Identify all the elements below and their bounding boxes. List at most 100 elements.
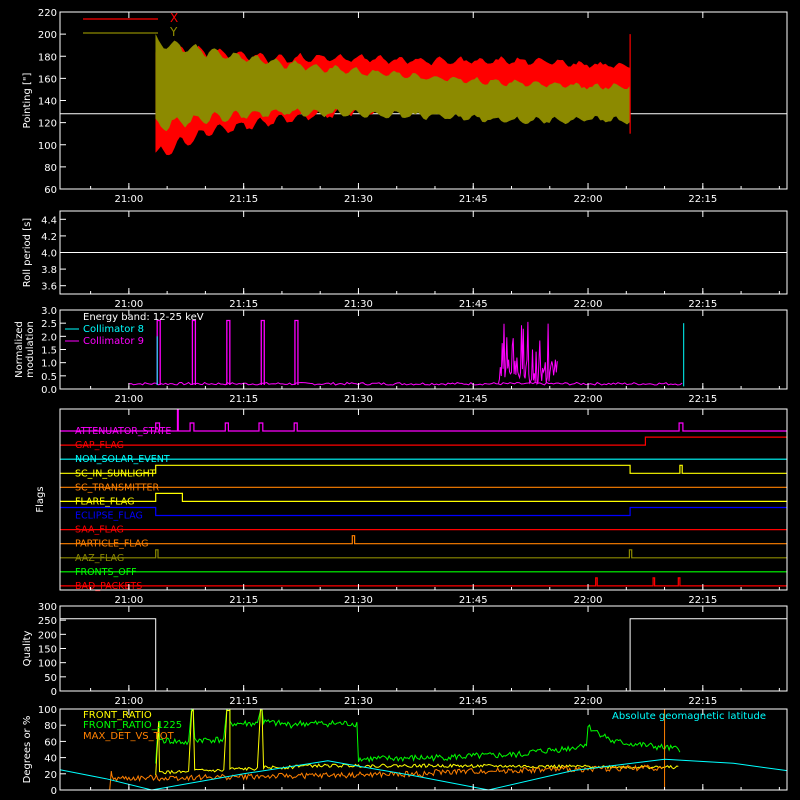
y-tick-label: 150: [38, 645, 57, 656]
y-tick-label: 100: [38, 141, 57, 152]
x-tick-label: 21:15: [229, 696, 258, 707]
x-tick-label: 21:15: [229, 194, 258, 205]
legend-label-modulation: Collimator 9: [83, 336, 144, 347]
x-tick-label: 21:00: [114, 394, 143, 405]
series-FRONT_RATIO: [155, 708, 679, 776]
x-tick-label: 21:15: [229, 299, 258, 310]
x-tick-label: 22:00: [574, 394, 603, 405]
legend-label-X: X: [170, 11, 178, 25]
modulation-spike: [260, 319, 265, 386]
x-tick-label: 21:30: [344, 696, 373, 707]
x-tick-label: 22:00: [574, 696, 603, 707]
x-tick-label: 21:30: [344, 299, 373, 310]
x-tick-label: 21:45: [459, 696, 488, 707]
x-tick-label: 22:00: [574, 595, 603, 606]
x-tick-label: 21:00: [114, 696, 143, 707]
y-tick-label: 0: [51, 786, 57, 797]
y-tick-label: 100: [38, 659, 57, 670]
modulation-spike: [294, 319, 299, 386]
y-tick-label: 4.4: [41, 215, 57, 226]
flag-trace-FLARE_FLAG: [60, 492, 787, 502]
x-tick-label: 21:15: [229, 394, 258, 405]
y-tick-label: 250: [38, 616, 57, 627]
multi-panel-chart: 6080100120140160180200220Pointing ["]XY2…: [14, 8, 788, 797]
y-tick-label: 120: [38, 119, 57, 130]
flag-label-FRONTS_OFF: FRONTS_OFF: [75, 567, 137, 578]
y-tick-label: 3.0: [41, 306, 57, 317]
y-tick-label: 50: [44, 673, 57, 684]
flag-label-NON_SOLAR_EVENT: NON_SOLAR_EVENT: [75, 454, 170, 465]
flag-label-SC_IN_SUNLIGHT: SC_IN_SUNLIGHT: [75, 468, 156, 479]
modulation-burst: [498, 321, 558, 386]
flag-trace-AAZ_FLAG: [60, 549, 787, 559]
flag-label-AAZ_FLAG: AAZ_FLAG: [75, 553, 124, 564]
y-tick-label: 220: [38, 8, 57, 19]
y-tick-label: 4.2: [41, 232, 57, 243]
x-tick-label: 22:15: [688, 696, 717, 707]
x-tick-label: 22:15: [688, 194, 717, 205]
x-tick-label: 22:15: [688, 595, 717, 606]
y-tick-label: 80: [44, 721, 57, 732]
legend-label-Y: Y: [169, 25, 178, 39]
y-axis-label: Flags: [35, 486, 46, 512]
series-FRONT_RATIO_1225: [155, 708, 681, 764]
annotation-geomagnetic-latitude: Absolute geomagnetic latitude: [612, 711, 766, 722]
y-tick-label: 60: [44, 185, 57, 196]
flag-label-GAP_FLAG: GAP_FLAG: [75, 440, 124, 451]
quality-line: [60, 618, 787, 692]
flag-label-ATTENUATOR_STATE: ATTENUATOR_STATE: [75, 426, 171, 437]
flag-label-PARTICLE_FLAG: PARTICLE_FLAG: [75, 539, 148, 550]
y-tick-label: 0: [51, 687, 57, 698]
series-MAX_DET_VS_TOT: [109, 764, 664, 791]
y-tick-label: 200: [38, 630, 57, 641]
x-tick-label: 22:00: [574, 194, 603, 205]
flag-label-FLARE_FLAG: FLARE_FLAG: [75, 496, 135, 507]
y-tick-label: 60: [44, 737, 57, 748]
x-tick-label: 21:30: [344, 194, 373, 205]
x-tick-label: 21:00: [114, 595, 143, 606]
y-tick-label: 20: [44, 770, 57, 781]
x-tick-label: 21:45: [459, 299, 488, 310]
x-tick-label: 21:00: [114, 299, 143, 310]
y-axis-label: Quality: [22, 631, 33, 667]
y-axis-label: Degrees or %: [22, 716, 33, 784]
y-tick-label: 300: [38, 602, 57, 613]
y-tick-label: 100: [38, 705, 57, 716]
y-tick-label: 80: [44, 163, 57, 174]
flag-label-SAA_FLAG: SAA_FLAG: [75, 525, 124, 536]
y-tick-label: 1.5: [41, 346, 57, 357]
x-tick-label: 22:15: [688, 394, 717, 405]
legend-label-ratio: MAX_DET_VS_TOT: [83, 731, 175, 742]
flag-trace-GAP_FLAG: [60, 436, 787, 446]
modulation-baseline: [128, 381, 683, 386]
y-tick-label: 140: [38, 97, 57, 108]
flag-label-ECLIPSE_FLAG: ECLIPSE_FLAG: [75, 511, 143, 522]
x-tick-label: 21:30: [344, 595, 373, 606]
y-tick-label: 2.5: [41, 319, 57, 330]
x-tick-label: 21:15: [229, 595, 258, 606]
y-tick-label: 0.0: [41, 385, 57, 396]
y-tick-label: 4.0: [41, 249, 57, 260]
x-tick-label: 21:45: [459, 194, 488, 205]
y-tick-label: 40: [44, 754, 57, 765]
y-axis-label: Roll period [s]: [22, 218, 33, 287]
flag-trace-ECLIPSE_FLAG: [60, 506, 787, 517]
y-tick-label: 2.0: [41, 332, 57, 343]
legend-label-modulation: Collimator 8: [83, 324, 144, 335]
y-tick-label: 3.8: [41, 265, 57, 276]
x-tick-label: 21:45: [459, 595, 488, 606]
legend-label-modulation: Energy band: 12-25 keV: [83, 312, 204, 323]
chart-stage: 60 80 100 120 140 160 180 200 220 Pointing ["] X Y 2…: [0, 0, 800, 800]
x-tick-label: 22:15: [688, 299, 717, 310]
flag-label-SC_TRANSMITTER: SC_TRANSMITTER: [75, 482, 160, 493]
x-tick-label: 21:45: [459, 394, 488, 405]
y-tick-label: 0.5: [41, 372, 57, 383]
flag-trace-SC_IN_SUNLIGHT: [60, 464, 787, 474]
x-tick-label: 21:00: [114, 194, 143, 205]
x-tick-label: 22:00: [574, 299, 603, 310]
x-tick-label: 21:30: [344, 394, 373, 405]
flag-trace-BAD_PACKETS: [60, 577, 787, 587]
y-tick-label: 160: [38, 74, 57, 85]
modulation-spike: [226, 319, 231, 386]
legend-label-ratio: FRONT_RATIO_1225: [83, 720, 182, 731]
